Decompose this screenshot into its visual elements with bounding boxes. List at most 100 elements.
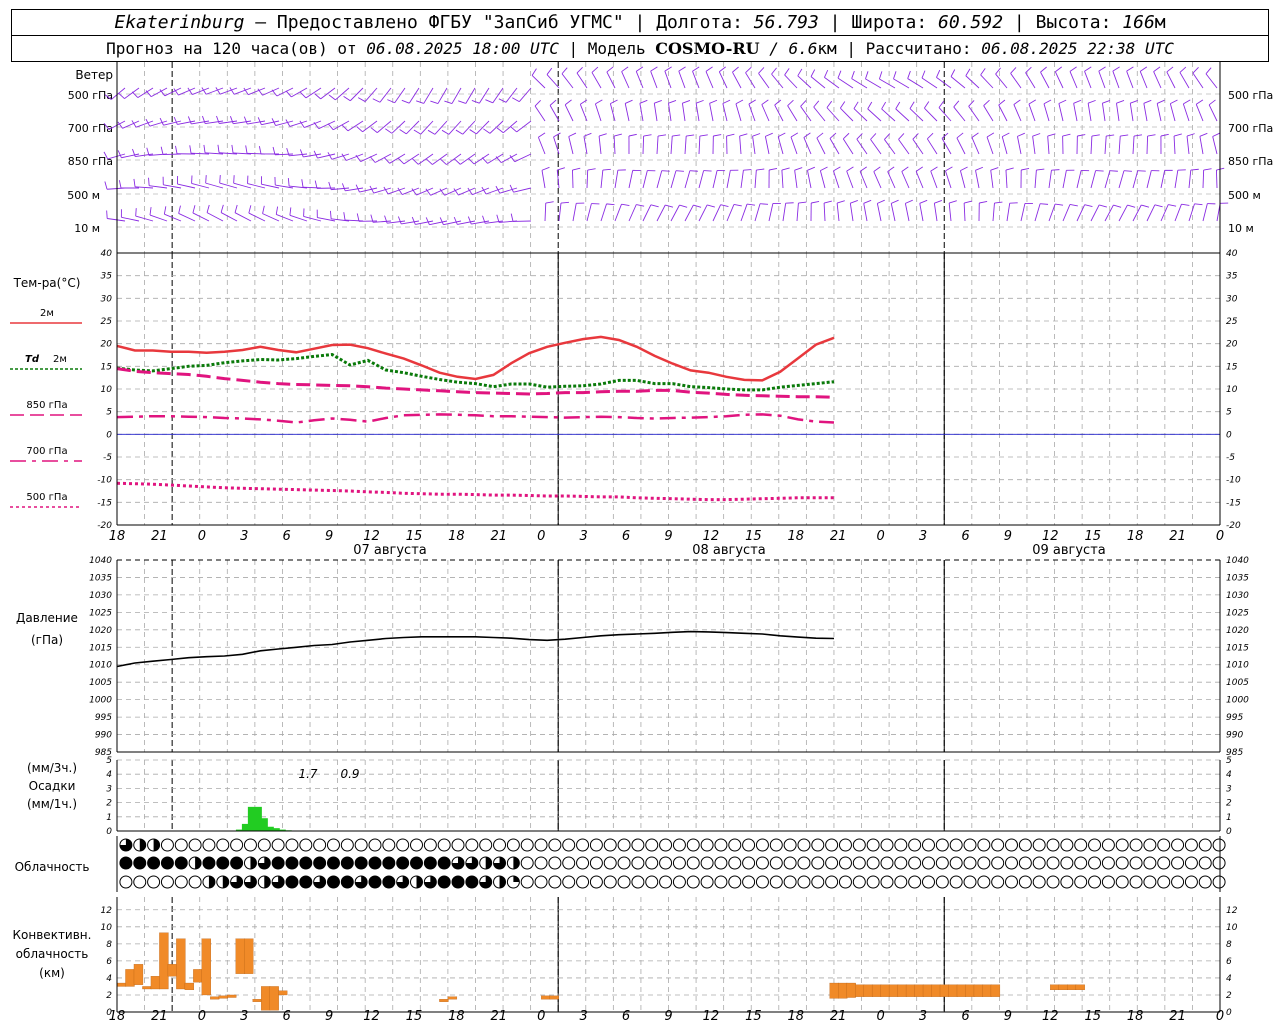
wind-barb-flag bbox=[863, 199, 872, 204]
wind-barb-flag bbox=[149, 207, 152, 216]
wind-barb-flag bbox=[1043, 99, 1052, 105]
wind-barb-flag bbox=[145, 90, 152, 97]
wind-barb-flag bbox=[924, 101, 930, 109]
cloud-cover-circle bbox=[908, 875, 922, 889]
y-tick-label-right: 1020 bbox=[1226, 626, 1249, 636]
wind-barb-staff bbox=[1104, 136, 1107, 155]
cloud-cover-fill bbox=[313, 857, 326, 869]
wind-barb-flag bbox=[426, 158, 433, 165]
cloud-cover-circle bbox=[1088, 875, 1102, 889]
cloud-cover-fill bbox=[299, 857, 312, 869]
conv-bar bbox=[549, 995, 559, 1000]
wind-barb-staff bbox=[1062, 204, 1071, 222]
y-tick-label-right: -5 bbox=[1226, 453, 1235, 463]
y-tick-label-right: 40 bbox=[1226, 249, 1238, 259]
wind-barb-flag bbox=[811, 201, 820, 204]
x-tick-label: 3 bbox=[919, 529, 927, 544]
wind-barb-flag bbox=[915, 166, 924, 172]
cloud-cover-circle bbox=[603, 856, 617, 870]
wind-barb-flag bbox=[104, 181, 108, 190]
wind-barb-staff bbox=[768, 203, 774, 222]
wind-barb-flag bbox=[561, 67, 568, 75]
cloud-cover-fill bbox=[161, 857, 174, 869]
wind-barb-staff bbox=[810, 76, 826, 89]
conv-bar bbox=[227, 994, 237, 998]
cloud-cover-circle bbox=[755, 875, 769, 889]
wind-barb-flag bbox=[878, 71, 883, 80]
cloud-cover-circle bbox=[617, 838, 631, 852]
wind-barb-staff bbox=[1090, 170, 1097, 189]
wind-barb-flag bbox=[682, 100, 691, 104]
conv-bar bbox=[829, 982, 839, 999]
cloud-cover-circle bbox=[1005, 875, 1019, 889]
wind-barb-staff bbox=[807, 170, 812, 189]
wind-barb-staff bbox=[621, 71, 630, 89]
y-tick-label: 25 bbox=[101, 317, 113, 327]
wind-barb-flag bbox=[807, 166, 816, 171]
conv-bar bbox=[201, 938, 211, 996]
wind-barb-flag bbox=[907, 70, 911, 79]
wind-barb-staff bbox=[824, 77, 840, 89]
wind-barb-staff bbox=[205, 182, 224, 189]
cloud-cover-circle bbox=[1143, 856, 1157, 870]
x-tick-label: 21 bbox=[151, 1009, 168, 1024]
wind-barb-staff bbox=[893, 78, 910, 89]
wind-barb-staff bbox=[1005, 170, 1008, 189]
wind-barb-staff bbox=[748, 103, 756, 122]
wind-barb-flag bbox=[1036, 168, 1045, 171]
cloud-cover-fill bbox=[264, 876, 271, 888]
wind-barb-staff bbox=[614, 170, 619, 189]
wind-barb-flag bbox=[549, 99, 557, 106]
wind-barb-flag bbox=[175, 145, 178, 154]
x-tick-label: 21 bbox=[830, 1009, 847, 1024]
wind-barb-flag bbox=[964, 200, 973, 204]
conv-bar bbox=[235, 938, 245, 974]
cloud-cover-circle bbox=[825, 856, 839, 870]
conv-bar bbox=[965, 984, 975, 997]
wind-barb-flag bbox=[692, 66, 700, 72]
cloud-cover-circle bbox=[160, 875, 174, 889]
wind-barb-staff bbox=[1132, 136, 1135, 155]
wind-barb-flag bbox=[1143, 99, 1152, 104]
wind-barb-flag bbox=[1073, 99, 1082, 104]
wind-barb-flag bbox=[1181, 203, 1190, 206]
cloud-cover-circle bbox=[1171, 856, 1185, 870]
wind-barb-staff bbox=[1062, 170, 1067, 189]
wind-barb-flag bbox=[441, 129, 450, 135]
wind-barb-staff bbox=[544, 202, 547, 222]
y-tick-label-right: -15 bbox=[1226, 498, 1241, 508]
wind-barb-staff bbox=[800, 106, 812, 122]
wind-barb-staff bbox=[735, 103, 742, 122]
wind-barb-staff bbox=[586, 169, 589, 189]
cloud-cover-circle bbox=[797, 856, 811, 870]
cloud-cover-circle bbox=[1018, 875, 1032, 889]
wind-barb-staff bbox=[220, 212, 238, 222]
wind-barb-staff bbox=[289, 120, 308, 127]
wind-barb-staff bbox=[642, 204, 652, 222]
cloud-cover-circle bbox=[1074, 856, 1088, 870]
wind-barb-flag bbox=[867, 101, 873, 110]
wind-barb-flag bbox=[1010, 67, 1017, 74]
wind-barb-staff bbox=[600, 203, 607, 222]
wind-barb-staff bbox=[514, 153, 532, 163]
wind-barb-staff bbox=[331, 153, 350, 160]
wind-barb-flag bbox=[411, 216, 416, 225]
cloud-cover-fill bbox=[368, 876, 381, 888]
wind-barb-flag bbox=[1102, 100, 1111, 104]
wind-barb-staff bbox=[1202, 203, 1208, 222]
wind-barb-flag bbox=[216, 115, 220, 124]
wind-barb-flag bbox=[1028, 99, 1037, 105]
cloud-cover-circle bbox=[811, 838, 825, 852]
cloud-cover-circle bbox=[1046, 875, 1060, 889]
wind-barb-flag bbox=[399, 129, 407, 135]
wind-barb-flag bbox=[986, 132, 995, 138]
wind-barb-flag bbox=[1055, 66, 1063, 73]
cloud-cover-circle bbox=[506, 838, 520, 852]
x-tick-label: 15 bbox=[745, 1009, 762, 1024]
wind-barb-flag bbox=[387, 99, 395, 104]
wind-barb-flag bbox=[823, 200, 832, 204]
wind-barb-staff bbox=[586, 203, 592, 222]
wind-barb-staff bbox=[1188, 203, 1195, 222]
wind-barb-staff bbox=[387, 187, 406, 195]
wind-barb-staff bbox=[191, 183, 210, 189]
